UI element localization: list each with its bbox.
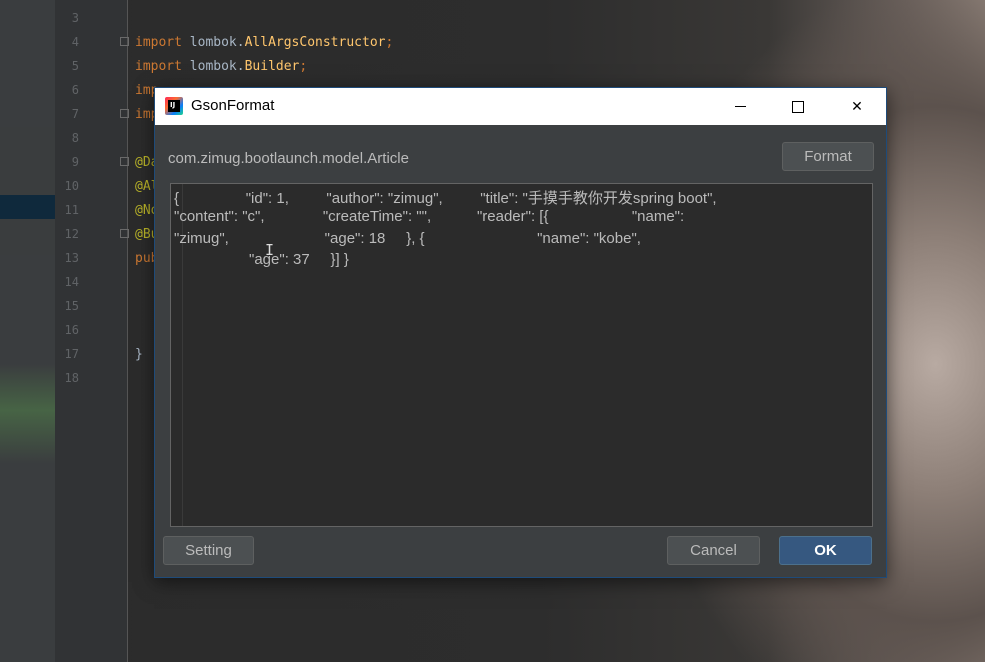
json-text-line: "age": 37 }] } (174, 251, 349, 268)
maximize-icon (792, 100, 804, 113)
line-number: 9 (71, 155, 79, 169)
line-number: 15 (64, 299, 79, 313)
fold-marker-icon[interactable] (120, 229, 129, 238)
line-number: 4 (71, 35, 79, 49)
dialog-titlebar[interactable]: IJ GsonFormat ✕ (155, 88, 886, 125)
text-cursor-icon: I (265, 241, 275, 259)
line-number: 6 (71, 83, 79, 97)
line-number: 14 (64, 275, 79, 289)
line-number: 18 (64, 371, 79, 385)
json-text-line: "zimug", "age": 18 }, { "name": "kobe", (174, 230, 641, 247)
target-class-name: com.zimug.bootlaunch.model.Article (168, 150, 409, 167)
line-number: 7 (71, 107, 79, 121)
json-text-line: "content": "c", "createTime": "", "reade… (174, 208, 685, 225)
intellij-app-icon: IJ (165, 97, 183, 115)
line-number: 5 (71, 59, 79, 73)
line-number: 17 (64, 347, 79, 361)
line-number: 13 (64, 251, 79, 265)
line-number: 12 (64, 227, 79, 241)
close-icon: ✕ (851, 98, 863, 115)
minimize-button[interactable] (711, 88, 769, 125)
code-line[interactable]: import lombok.Builder; (135, 59, 307, 74)
project-selection-highlight (0, 195, 55, 219)
cancel-button[interactable]: Cancel (667, 536, 760, 565)
ok-button[interactable]: OK (779, 536, 872, 565)
line-number: 11 (64, 203, 79, 217)
minimize-icon (734, 106, 746, 107)
line-number: 3 (71, 11, 79, 25)
fold-marker-icon[interactable] (120, 37, 129, 46)
code-line[interactable]: } (135, 347, 143, 362)
dialog-title: GsonFormat (191, 97, 275, 114)
json-input-textarea[interactable]: { "id": 1, "author": "zimug", "title": "… (170, 183, 873, 527)
close-button[interactable]: ✕ (828, 88, 886, 125)
fold-marker-icon[interactable] (120, 157, 129, 166)
maximize-button[interactable] (769, 88, 827, 125)
line-number: 16 (64, 323, 79, 337)
line-number: 8 (71, 131, 79, 145)
line-gutter: 3 4 5 6 7 8 9 10 11 12 13 14 15 16 17 18 (55, 0, 128, 662)
fold-marker-icon[interactable] (120, 109, 129, 118)
line-number: 10 (64, 179, 79, 193)
format-button[interactable]: Format (782, 142, 874, 171)
project-panel-strip (0, 0, 55, 662)
gsonformat-dialog: IJ GsonFormat ✕ com.zimug.bootlaunch.mod… (154, 87, 887, 578)
json-text-line: { "id": 1, "author": "zimug", "title": "… (174, 190, 717, 207)
code-line[interactable]: import lombok.AllArgsConstructor; (135, 35, 393, 50)
setting-button[interactable]: Setting (163, 536, 254, 565)
